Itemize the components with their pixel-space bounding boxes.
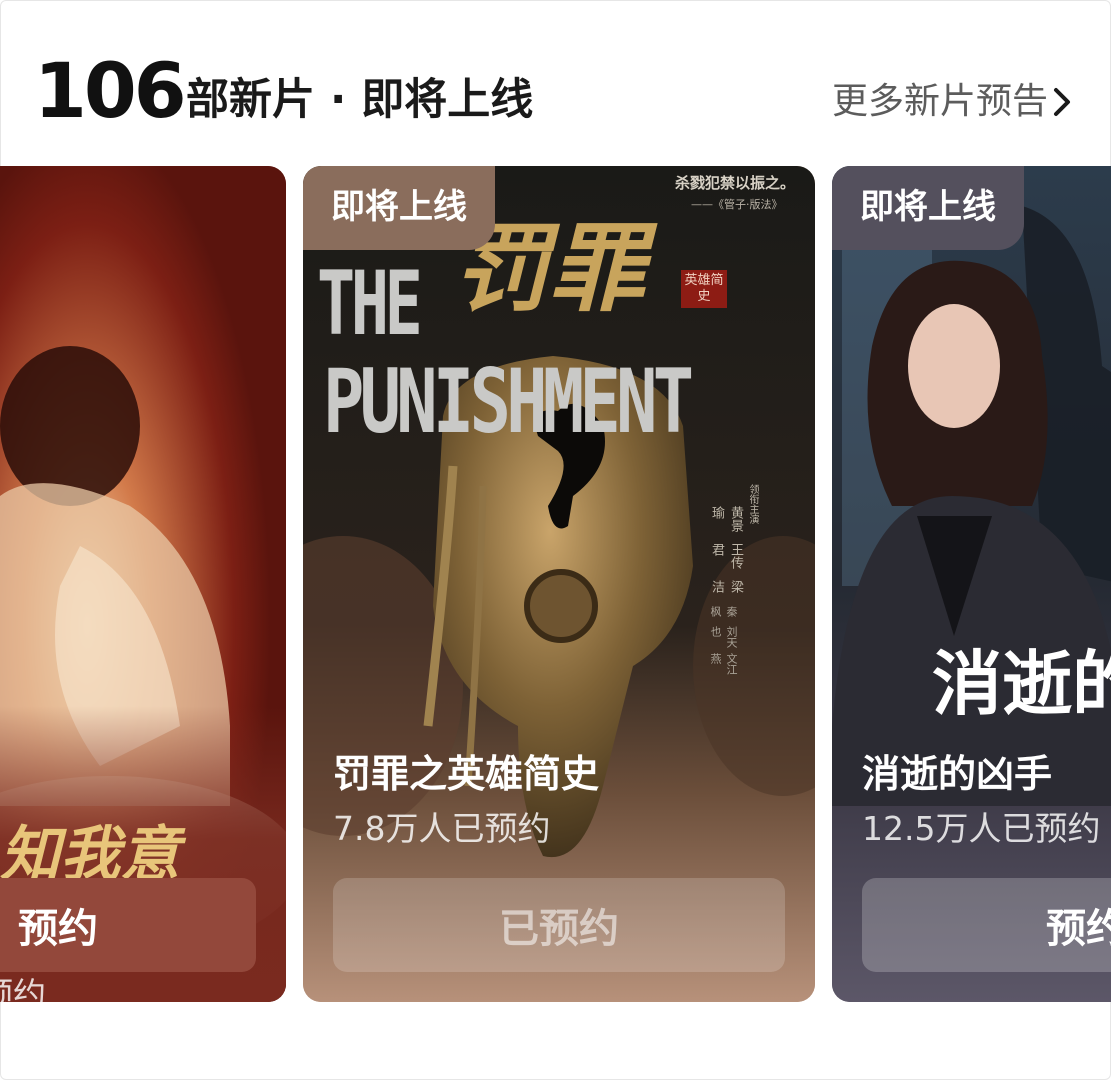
poster-cast-name: 王传君 [709,543,743,569]
poster-stamp: 英雄简史 [681,270,727,308]
more-trailers-link[interactable]: 更多新片预告 [832,80,1048,124]
section-title: 部新片 · 即将上线 [186,75,534,125]
reserve-button-1[interactable]: 预约 [0,878,256,972]
reserve-button-label: 预约 [1046,906,1111,952]
movie-card-1[interactable]: 知我意 意 预约 [0,166,286,1002]
movie-title: 消逝的凶手 [862,752,1053,796]
poster-cast-label: 领衔主演 [747,484,758,524]
reserved-button-label: 已预约 [499,906,619,952]
chevron-right-icon[interactable] [1040,78,1084,126]
reservation-count: 7.8万人已预约 [333,809,551,848]
poster-cast-name: 文江燕 [709,652,738,675]
poster-cast-name: 刘天也 [709,625,738,648]
reserve-button-label: 预约 [18,906,98,952]
reserved-button[interactable]: 已预约 [333,878,785,972]
poster-cast-list: 梁洁 王传君 黄景瑜 [707,506,745,602]
movie-poster [832,166,1111,1002]
reservation-count: 预约 [0,975,46,1002]
section-header: 106 部新片 · 即将上线 更多新片预告 [34,44,1084,144]
reservation-count: 12.5万人已预约 [862,809,1101,848]
poster-title-en-line2: PUNISHMENT [323,350,694,453]
poster-title-en-line1: THE [317,252,423,355]
coming-soon-tag: 即将上线 [832,166,1024,250]
coming-soon-tag: 即将上线 [303,166,495,250]
poster-cast-list-2: 文江燕 刘天也 秦枫 [707,606,739,676]
poster-title-art: 消逝的 [932,642,1111,725]
poster-cast-name: 梁洁 [709,580,743,593]
reserve-button-3[interactable]: 预约 [862,878,1111,972]
movie-card-3[interactable]: 消逝的 即将上线 消逝的凶手 12.5万人已预约 预约 [832,166,1111,1002]
movie-card-2[interactable]: 杀戮犯禁以振之。 ——《管子·版法》 THE PUNISHMENT 罚罪 英雄简… [303,166,815,1002]
poster-quote: 杀戮犯禁以振之。 [675,174,796,192]
movie-title: 罚罪之英雄简史 [333,752,600,796]
poster-cast-name: 黄景瑜 [709,506,743,532]
new-release-count: 106 [34,46,187,135]
poster-quote-source: ——《管子·版法》 [691,198,783,211]
poster-cast-name: 秦枫 [709,606,738,617]
